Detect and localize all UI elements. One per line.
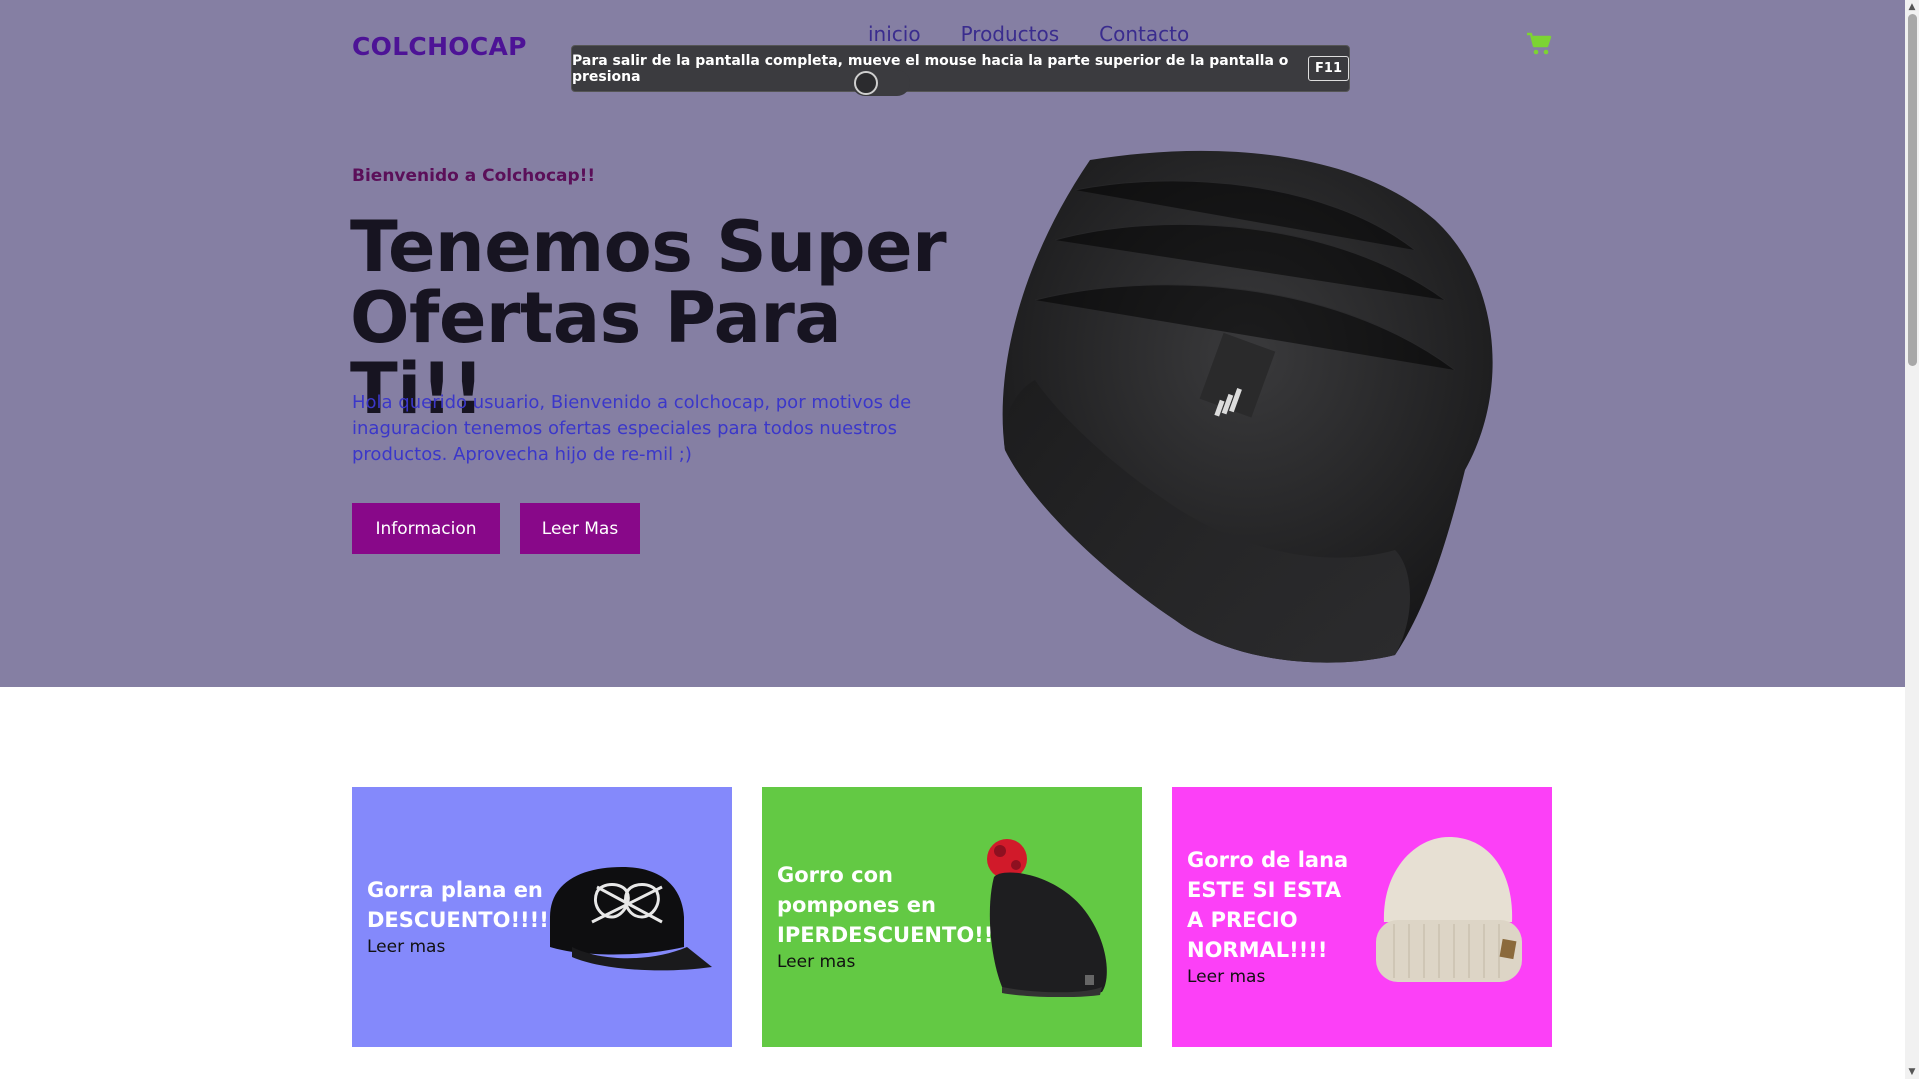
card-leer-mas-link[interactable]: Leer mas (777, 952, 987, 972)
leer-mas-button[interactable]: Leer Mas (520, 503, 640, 554)
scrollbar-thumb[interactable] (1908, 14, 1917, 366)
page: COLCHOCAP inicio Productos Contacto Bien… (0, 0, 1905, 1079)
nav-link-contacto[interactable]: Contacto (1099, 22, 1189, 46)
theme-toggle[interactable] (852, 70, 910, 96)
card-title: Gorro de lana ESTE SI ESTA A PRECIO NORM… (1187, 848, 1349, 962)
theme-toggle-knob (854, 71, 878, 95)
product-card-gorra-plana[interactable]: Gorra plana en DESCUENTO!!!! Leer mas (352, 787, 732, 1047)
scroll-up-arrow-icon[interactable]: ▲ (1905, 0, 1919, 14)
flat-cap-image (550, 867, 712, 971)
pompom-beanie-image (987, 839, 1107, 997)
fullscreen-notice: Para salir de la pantalla completa, muev… (571, 45, 1350, 92)
card-text: Gorro con pompones en IPERDESCUENTO!!!! … (777, 860, 1013, 972)
main-nav: inicio Productos Contacto (868, 22, 1229, 46)
informacion-button[interactable]: Informacion (352, 503, 500, 554)
hero-section: COLCHOCAP inicio Productos Contacto Bien… (0, 0, 1905, 687)
product-card-gorro-lana[interactable]: Gorro de lana ESTE SI ESTA A PRECIO NORM… (1172, 787, 1552, 1047)
card-leer-mas-link[interactable]: Leer mas (1187, 967, 1357, 987)
hero-kicker: Bienvenido a Colchocap!! (352, 166, 596, 186)
fullscreen-notice-text: Para salir de la pantalla completa, muev… (572, 52, 1289, 85)
card-text: Gorro de lana ESTE SI ESTA A PRECIO NORM… (1187, 845, 1357, 987)
page-scrollbar[interactable]: ▲ ▼ (1905, 0, 1919, 1079)
wool-beanie-image (1376, 837, 1522, 982)
card-title: Gorro con pompones en IPERDESCUENTO!!!! (777, 863, 1013, 947)
site-logo[interactable]: COLCHOCAP (352, 32, 527, 61)
f11-key-badge: F11 (1308, 56, 1349, 81)
cart-icon[interactable] (1526, 32, 1552, 56)
scroll-down-arrow-icon[interactable]: ▼ (1905, 1065, 1919, 1079)
nav-link-productos[interactable]: Productos (961, 22, 1060, 46)
nav-link-inicio[interactable]: inicio (868, 22, 921, 46)
product-card-gorro-pompones[interactable]: Gorro con pompones en IPERDESCUENTO!!!! … (762, 787, 1142, 1047)
hero-intro: Hola querido usuario, Bienvenido a colch… (352, 392, 912, 465)
beanie-hero-image (1002, 150, 1493, 663)
